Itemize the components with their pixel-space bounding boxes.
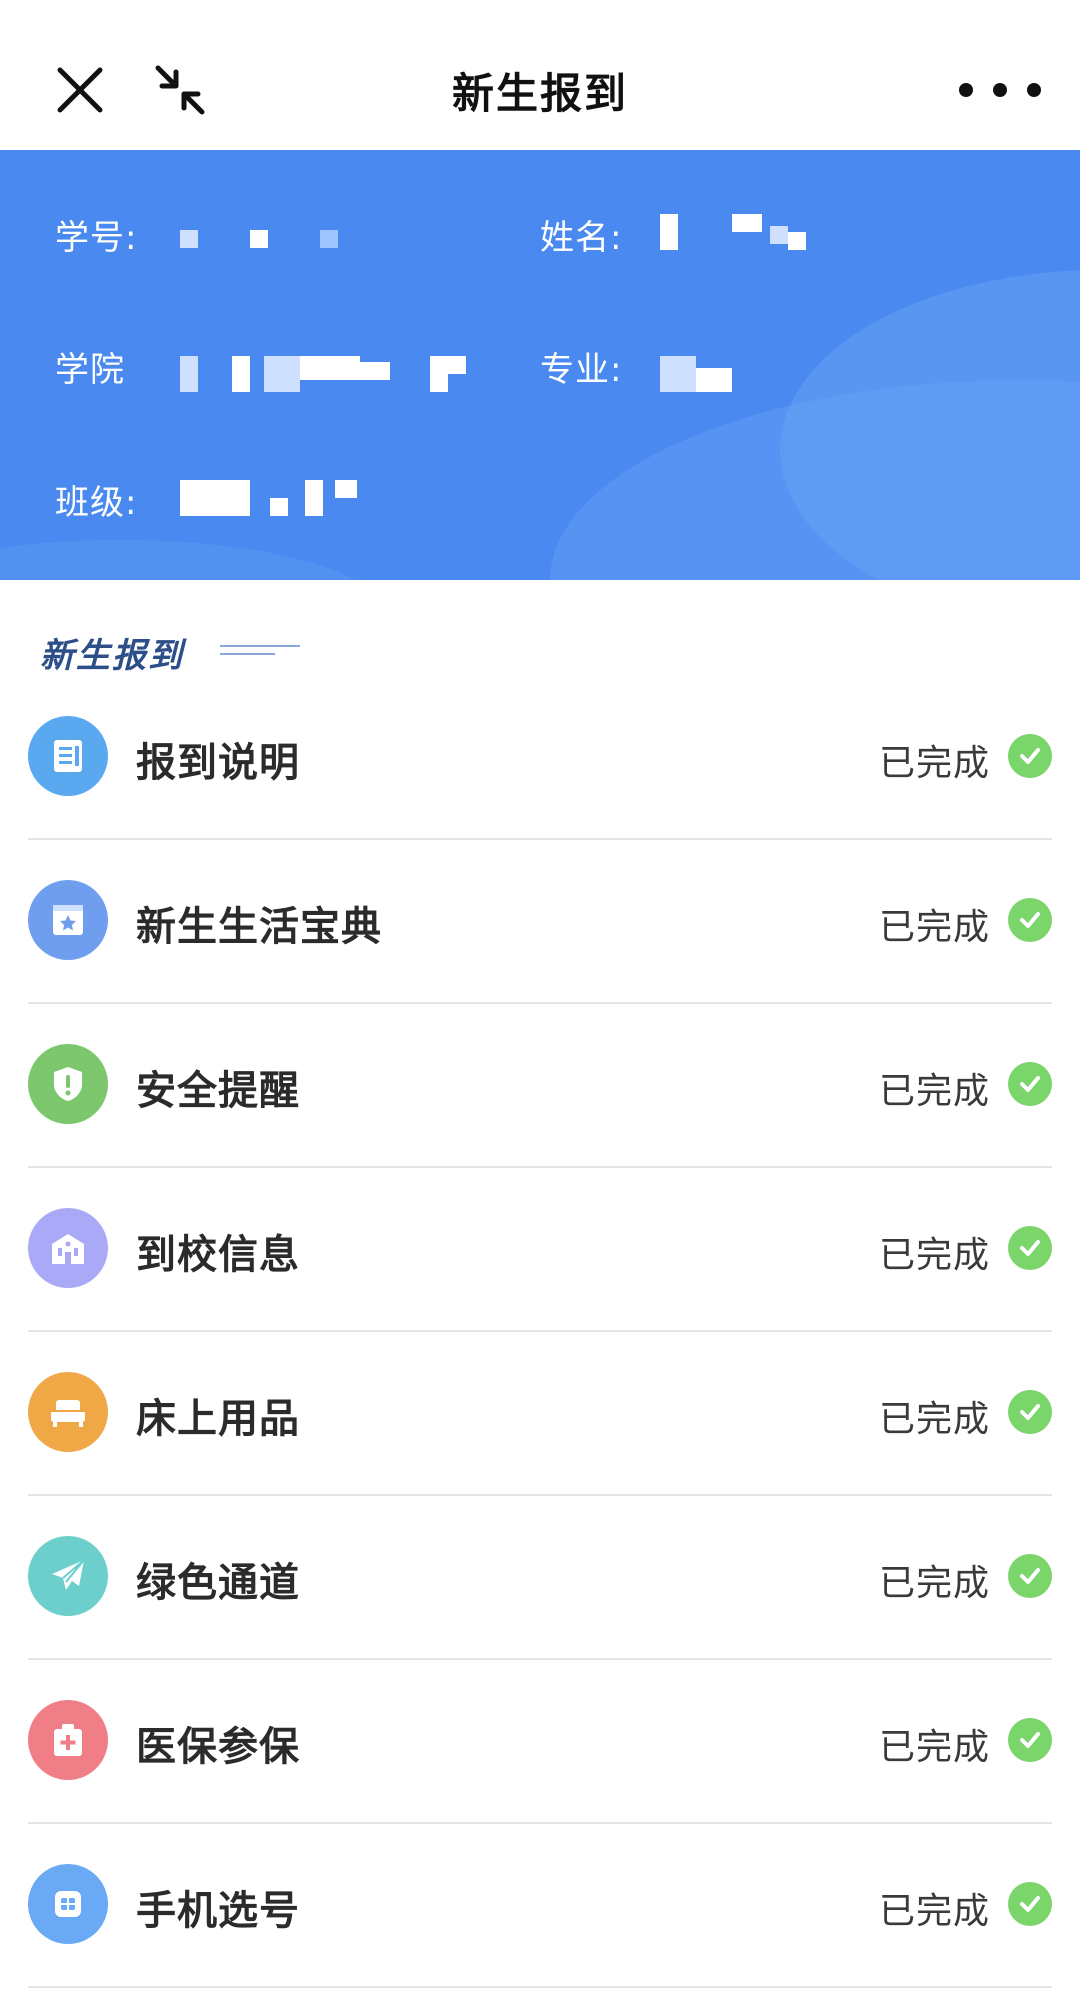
task-label: 床上用品 [136,1396,300,1442]
task-row-report-guide[interactable]: 报到说明 已完成 [28,674,1052,840]
star-book-icon [28,880,108,960]
task-label: 安全提醒 [136,1068,300,1114]
paper-plane-icon [28,1536,108,1616]
task-status: 已完成 [878,1071,990,1112]
class-label: 班级: [55,483,138,523]
task-row-life-guide[interactable]: 新生生活宝典 已完成 [28,838,1052,1004]
task-label: 医保参保 [136,1724,300,1770]
task-row-phone-number[interactable]: 手机选号 已完成 [28,1822,1052,1988]
check-icon [1008,1882,1052,1926]
major-label: 专业: [540,350,623,390]
check-icon [1008,1554,1052,1598]
more-dots-icon[interactable] [950,60,1050,120]
task-status: 已完成 [878,907,990,948]
medical-kit-icon [28,1700,108,1780]
task-label: 报到说明 [136,740,300,786]
school-building-icon [28,1208,108,1288]
task-status: 已完成 [878,1891,990,1932]
check-icon [1008,1226,1052,1270]
page-title: 新生报到 [451,69,628,118]
check-icon [1008,1390,1052,1434]
task-status: 已完成 [878,1727,990,1768]
task-status: 已完成 [878,1563,990,1604]
student-info-card: 学号: 姓名: 学院 专业: 班级: [0,150,1080,580]
bed-icon [28,1372,108,1452]
task-status: 已完成 [878,1235,990,1276]
task-label: 绿色通道 [136,1560,300,1606]
sim-card-icon [28,1864,108,1944]
top-nav-bar: 新生报到 [0,0,1080,150]
check-icon [1008,1062,1052,1106]
shield-alert-icon [28,1044,108,1124]
task-label: 手机选号 [136,1888,300,1934]
document-icon [28,716,108,796]
task-row-safety-reminder[interactable]: 安全提醒 已完成 [28,1002,1052,1168]
section-title-decoration [220,645,300,655]
task-label: 到校信息 [136,1232,300,1278]
task-status: 已完成 [878,1399,990,1440]
check-icon [1008,1718,1052,1762]
college-label: 学院 [55,350,125,390]
name-label: 姓名: [540,218,623,258]
task-label: 新生生活宝典 [136,904,382,950]
section-title: 新生报到 [40,636,184,676]
task-row-arrival-info[interactable]: 到校信息 已完成 [28,1166,1052,1332]
task-status: 已完成 [878,743,990,784]
student-id-label: 学号: [55,218,138,258]
task-row-green-channel[interactable]: 绿色通道 已完成 [28,1494,1052,1660]
task-row-medical-insurance[interactable]: 医保参保 已完成 [28,1658,1052,1824]
task-row-bedding[interactable]: 床上用品 已完成 [28,1330,1052,1496]
check-icon [1008,734,1052,778]
check-icon [1008,898,1052,942]
